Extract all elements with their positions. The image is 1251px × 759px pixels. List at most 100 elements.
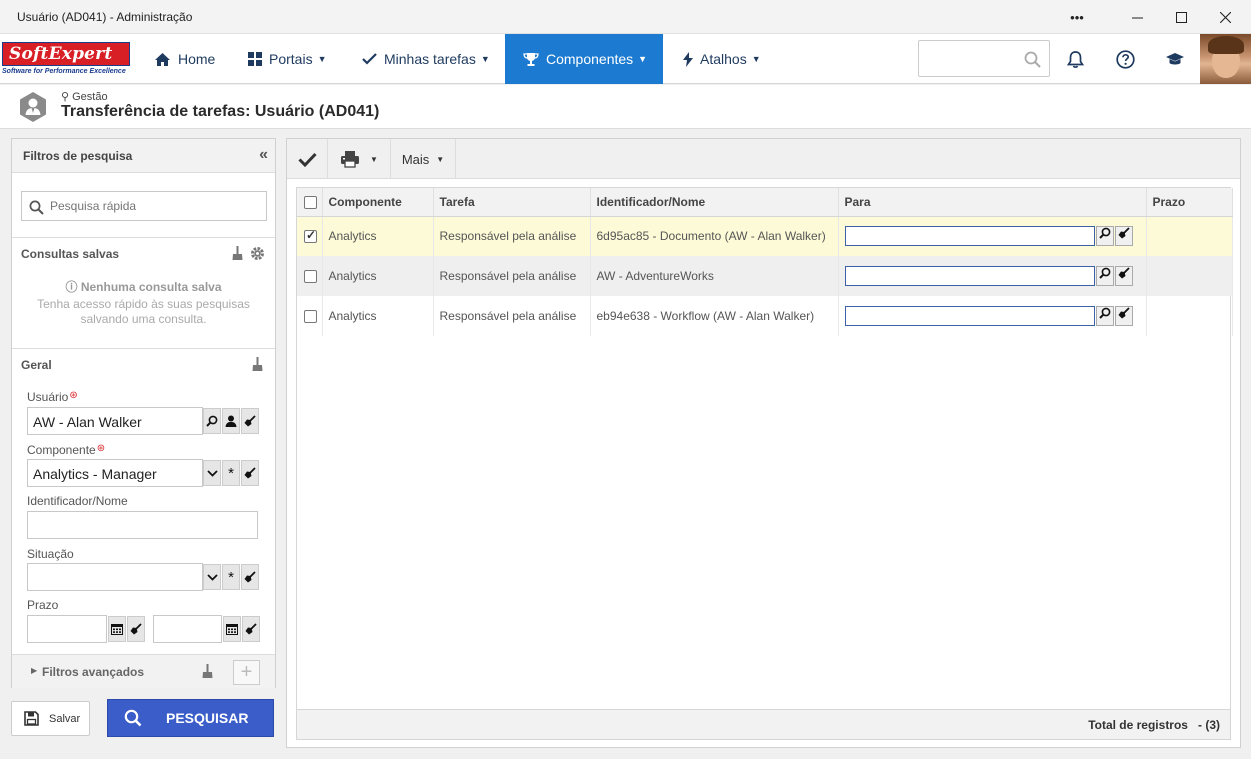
nav-atalhos[interactable]: Atalhos ▼ [683,34,761,84]
row-checkbox[interactable] [304,228,317,244]
para-search-button[interactable] [1095,226,1114,247]
prazo-end-clear-button[interactable] [242,616,260,642]
row-checkbox[interactable] [304,310,317,324]
table-row[interactable]: Analytics Responsável pela análise 6d95a… [297,216,1233,256]
usuario-clear-button[interactable] [241,408,259,434]
componente-dropdown-button[interactable] [203,460,221,486]
nav-atalhos-label: Atalhos [700,51,747,67]
save-query-button[interactable]: Salvar [11,701,90,736]
identificador-input[interactable] [27,511,258,539]
prazo-start-clear-button[interactable] [127,616,145,642]
required-icon: ⊛ [96,443,106,454]
usuario-search-button[interactable] [203,408,221,434]
breadcrumb[interactable]: ⚲ Gestão [61,90,108,103]
componente-clear-button[interactable] [241,460,259,486]
nav-portais[interactable]: Portais ▼ [248,34,327,84]
search-filters-panel: Filtros de pesquisa « Consultas salvas ⓘ… [11,138,276,688]
info-icon: ⓘ [65,280,78,294]
para-search-button[interactable] [1095,306,1114,326]
para-clear-button[interactable] [1114,266,1133,286]
situacao-clear-button[interactable] [241,564,259,590]
magnifier-icon [1098,227,1110,239]
row-checkbox-cell [297,256,323,296]
gear-icon[interactable] [250,246,265,261]
close-icon[interactable] [1199,0,1251,34]
confirm-transfer-button[interactable] [287,139,328,179]
quick-search-input[interactable] [50,197,260,215]
graduation-cap-icon[interactable] [1155,34,1195,84]
search-button[interactable]: PESQUISAR [107,699,274,737]
collapse-panel-icon[interactable]: « [259,146,268,164]
row-checkbox-cell [297,216,323,256]
para-input[interactable] [844,226,1095,247]
column-header-identificador[interactable]: Identificador/Nome [590,188,839,217]
column-header-prazo[interactable]: Prazo [1146,188,1233,217]
para-clear-button[interactable] [1114,306,1133,326]
usuario-field[interactable]: AW - Alan Walker [27,407,203,435]
search-icon [124,709,142,727]
para-clear-button[interactable] [1114,226,1133,247]
calendar-icon [226,624,238,635]
table-row[interactable]: Analytics Responsável pela análise eb94e… [297,296,1233,336]
user-hexagon-icon [20,92,46,122]
prazo-end-date-input[interactable] [153,615,222,643]
more-label: Mais [401,151,430,167]
cell-tarefa: Responsável pela análise [433,256,591,296]
more-options-icon[interactable]: ••• [1051,0,1103,34]
caret-down-icon: ▼ [480,54,490,64]
column-header-componente[interactable]: Componente [322,188,434,217]
global-search-input[interactable] [918,40,1050,77]
calendar-icon [111,624,123,635]
row-checkbox-cell [297,296,323,336]
prazo-start-calendar-button[interactable] [108,616,126,642]
situacao-dropdown-button[interactable] [203,564,221,590]
situacao-select[interactable] [27,563,203,591]
broom-icon[interactable] [232,246,243,261]
cell-identificador: eb94e638 - Workflow (AW - Alan Walker) [590,296,839,336]
para-input[interactable] [844,306,1095,326]
caret-down-icon: ▼ [317,54,327,64]
bolt-icon [683,51,693,67]
usuario-label: Usuário⊛ [27,390,78,404]
results-panel: ▼ Mais ▼ Componente Tarefa Identificador… [286,138,1241,748]
more-button[interactable]: Mais ▼ [391,139,456,179]
nav-minhas-tarefas[interactable]: Minhas tarefas ▼ [362,34,490,84]
advanced-filters-bar[interactable]: ▶ Filtros avançados + [12,654,275,688]
prazo-end-calendar-button[interactable] [223,616,241,642]
user-avatar[interactable] [1200,34,1251,84]
componente-select[interactable]: Analytics - Manager [27,459,203,487]
results-toolbar: ▼ Mais ▼ [287,139,1240,179]
asterisk-icon: * [228,464,234,482]
table-row[interactable]: Analytics Responsável pela análise AW - … [297,256,1233,296]
logo-brand: SoftExpert [2,42,130,66]
para-search-button[interactable] [1095,266,1114,286]
componente-asterisk-button[interactable]: * [222,460,240,486]
logo-tagline: Software for Performance Excellence [2,68,126,75]
asterisk-icon: * [228,568,234,586]
nav-home[interactable]: Home [154,34,215,84]
cell-tarefa: Responsável pela análise [433,296,591,336]
column-header-para[interactable]: Para [838,188,1147,217]
row-checkbox[interactable] [304,270,317,284]
notifications-bell-icon[interactable] [1055,34,1095,84]
print-button[interactable]: ▼ [328,139,391,179]
softexpert-logo[interactable]: SoftExpert Software for Performance Exce… [2,40,132,80]
add-advanced-filter-button[interactable]: + [233,660,260,685]
usuario-current-user-button[interactable] [222,408,240,434]
prazo-start-date-input[interactable] [27,615,107,643]
caret-down-icon: ▼ [436,154,445,164]
quick-search-field[interactable] [21,191,267,221]
broom-icon[interactable] [252,357,263,372]
para-input[interactable] [844,266,1095,286]
broom-icon[interactable] [202,664,213,679]
avatar-hair [1208,36,1244,54]
nav-minhas-tarefas-label: Minhas tarefas [384,51,476,67]
window-title: Usuário (AD041) - Administração [17,10,193,24]
column-header-tarefa[interactable]: Tarefa [433,188,591,217]
select-all-checkbox[interactable] [304,195,317,209]
nav-componentes[interactable]: Componentes ▼ [505,34,664,84]
help-icon[interactable] [1105,34,1145,84]
situacao-asterisk-button[interactable]: * [222,564,240,590]
saved-queries-empty-title: ⓘ Nenhuma consulta salva [65,280,222,294]
person-icon [225,415,237,427]
